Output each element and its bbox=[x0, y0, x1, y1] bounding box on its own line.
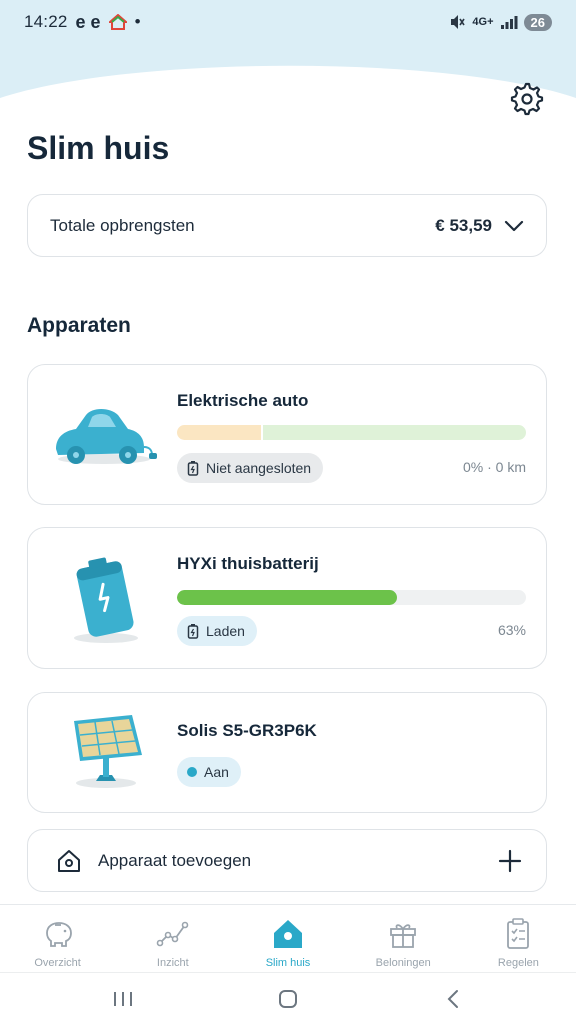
tab-label: Overzicht bbox=[34, 957, 81, 969]
mute-icon bbox=[451, 15, 466, 29]
device-name: Solis S5-GR3P6K bbox=[177, 721, 317, 740]
house-icon bbox=[274, 920, 302, 948]
chevron-down-icon bbox=[504, 220, 524, 231]
bottom-tab-bar: Overzicht Inzicht Slim huis Beloningen R… bbox=[0, 904, 576, 972]
ev-bar-left bbox=[177, 425, 261, 440]
ev-bar-right bbox=[260, 425, 526, 440]
status-badge: Aan bbox=[177, 757, 241, 787]
status-bar: 14:22 e e • 4G+ 26 bbox=[0, 0, 576, 44]
earnings-value: € 53,59 bbox=[435, 215, 492, 235]
gear-icon bbox=[510, 82, 544, 116]
device-meta: 0% · 0 km bbox=[462, 459, 526, 475]
network-type: 4G+ bbox=[472, 16, 494, 28]
settings-button[interactable] bbox=[508, 80, 544, 116]
home-app-icon bbox=[108, 14, 127, 30]
tab-inzicht[interactable]: Inzicht bbox=[115, 905, 230, 972]
signal-icon bbox=[500, 16, 518, 29]
electric-car-image bbox=[56, 409, 157, 464]
back-icon bbox=[447, 989, 459, 1008]
battery-icon bbox=[187, 461, 199, 476]
back-button[interactable] bbox=[433, 984, 473, 1014]
plus-icon bbox=[498, 849, 522, 872]
tab-label: Slim huis bbox=[265, 957, 311, 969]
device-name: HYXi thuisbatterij bbox=[177, 554, 319, 573]
page-title: Slim huis bbox=[27, 130, 170, 166]
status-time: 14:22 bbox=[24, 12, 68, 31]
notification-dot: • bbox=[134, 12, 141, 31]
home-nav-icon bbox=[278, 989, 297, 1008]
battery-charge-bar bbox=[177, 590, 526, 605]
add-device-button[interactable]: Apparaat toevoegen bbox=[27, 829, 547, 892]
gift-icon bbox=[390, 924, 417, 948]
tab-beloningen[interactable]: Beloningen bbox=[346, 905, 461, 972]
notification-app-icons: e e bbox=[75, 11, 101, 32]
status-text: Aan bbox=[204, 764, 229, 780]
status-badge: Laden bbox=[177, 616, 257, 646]
tab-label: Beloningen bbox=[375, 957, 431, 969]
tab-label: Inzicht bbox=[156, 957, 189, 969]
recent-apps-icon bbox=[113, 991, 132, 1006]
solar-panel-image bbox=[74, 715, 142, 788]
ev-charge-bar bbox=[177, 425, 526, 440]
device-card-battery[interactable]: HYXi thuisbatterij Laden 63% bbox=[27, 527, 547, 669]
devices-section-title: Apparaten bbox=[27, 314, 131, 337]
system-navigation-bar bbox=[0, 972, 576, 1024]
earnings-label: Totale opbrengsten bbox=[50, 215, 195, 235]
device-meta: 63% bbox=[497, 622, 526, 638]
recent-apps-button[interactable] bbox=[103, 984, 143, 1014]
device-name: Elektrische auto bbox=[177, 391, 309, 410]
tab-regelen[interactable]: Regelen bbox=[461, 905, 576, 972]
status-text: Niet aangesloten bbox=[206, 460, 312, 476]
status-text: Laden bbox=[206, 623, 245, 639]
home-battery-image bbox=[74, 557, 138, 643]
house-icon bbox=[58, 849, 80, 872]
device-card-solar[interactable]: Solis S5-GR3P6K Aan bbox=[27, 692, 547, 813]
line-chart-icon bbox=[156, 921, 189, 947]
battery-charge-fill bbox=[177, 590, 397, 605]
battery-icon bbox=[187, 624, 199, 639]
device-card-ev[interactable]: Elektrische auto Niet aangesloten 0% · 0… bbox=[27, 364, 547, 505]
piggy-bank-icon bbox=[45, 922, 72, 947]
total-earnings-dropdown[interactable]: Totale opbrengsten € 53,59 bbox=[27, 194, 547, 257]
clipboard-icon bbox=[507, 918, 530, 949]
tab-overzicht[interactable]: Overzicht bbox=[0, 905, 115, 972]
tab-label: Regelen bbox=[497, 957, 539, 969]
tab-slim-huis[interactable]: Slim huis bbox=[230, 905, 345, 972]
battery-level: 26 bbox=[523, 13, 552, 31]
home-button[interactable] bbox=[268, 984, 308, 1014]
status-badge: Niet aangesloten bbox=[177, 453, 324, 483]
status-dot bbox=[187, 767, 197, 777]
add-device-label: Apparaat toevoegen bbox=[98, 850, 252, 870]
